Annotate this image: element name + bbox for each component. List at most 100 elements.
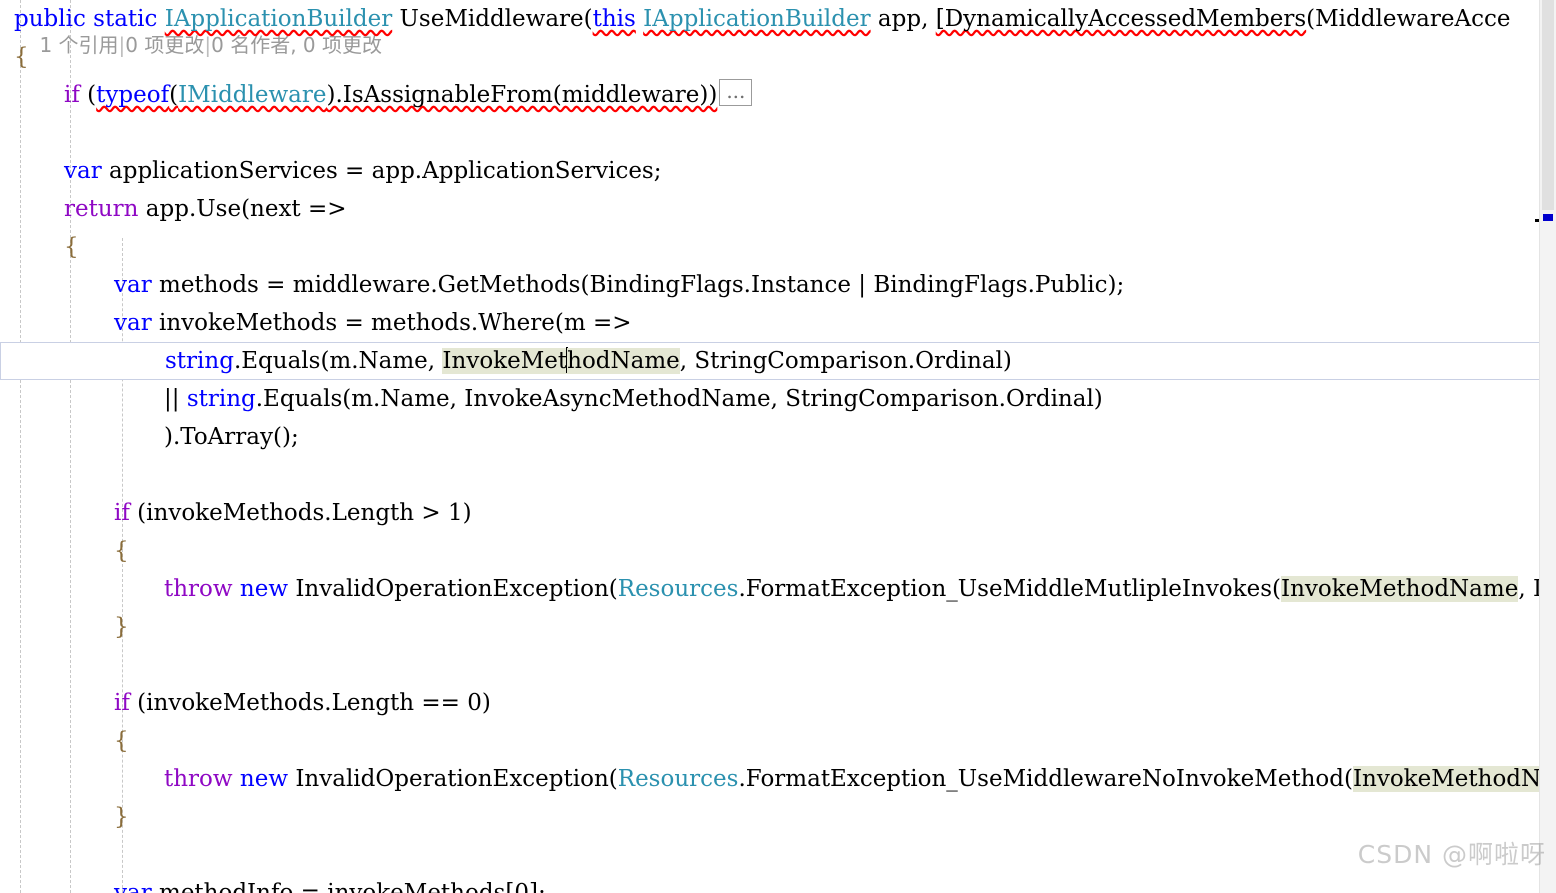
code-token: || <box>164 386 187 412</box>
code-line[interactable]: { <box>0 722 1556 760</box>
code-token: Resources <box>617 576 739 602</box>
code-line[interactable]: var invokeMethods = methods.Where(m => <box>0 304 1556 342</box>
code-token: .Equals(m.Name, InvokeAsyncMethodName, S… <box>255 386 1103 412</box>
code-token: ).ToArray(); <box>164 424 299 450</box>
code-token: IApplicationBuilder <box>643 6 871 32</box>
code-token: .Equals(m.Name, <box>233 348 443 374</box>
code-token: .FormatException_UseMiddleMutlipleInvoke… <box>738 576 1281 602</box>
code-token: var <box>114 272 152 298</box>
code-line[interactable]: var applicationServices = app.Applicatio… <box>0 152 1556 190</box>
code-token: { <box>64 234 79 260</box>
code-line-text: { <box>0 228 79 266</box>
code-token: { <box>14 44 29 70</box>
code-content[interactable]: public static IApplicationBuilder UseMid… <box>0 0 1556 893</box>
code-token: methodInfo = invokeMethods[0]; <box>151 880 546 893</box>
code-token: ( <box>169 82 179 108</box>
vertical-scrollbar-thumb[interactable] <box>1542 0 1554 210</box>
code-token: string <box>186 386 256 412</box>
code-token: IMiddleware <box>178 82 327 108</box>
code-line[interactable] <box>0 836 1556 874</box>
code-line-text: if (invokeMethods.Length > 1) <box>0 494 472 532</box>
code-token: applicationServices = app.ApplicationSer… <box>101 158 662 184</box>
code-token: ).IsAssignableFrom(middleware)) <box>326 82 718 108</box>
code-line[interactable]: string.Equals(m.Name, InvokeMethodName, … <box>0 342 1556 380</box>
code-line-text: } <box>0 798 129 836</box>
code-line-text: string.Equals(m.Name, InvokeMethodName, … <box>1 342 1012 380</box>
code-token: app, <box>870 6 936 32</box>
code-line[interactable]: } <box>0 798 1556 836</box>
code-line[interactable]: public static IApplicationBuilder UseMid… <box>0 0 1556 38</box>
code-line[interactable] <box>0 646 1556 684</box>
code-line[interactable]: if (invokeMethods.Length == 0) <box>0 684 1556 722</box>
code-line-text: return app.Use(next => <box>0 190 347 228</box>
code-token: string <box>165 348 234 374</box>
code-token: .FormatException_UseMiddlewareNoInvokeMe… <box>738 766 1353 792</box>
code-token: ( <box>79 82 97 108</box>
collapsed-region-button[interactable]: ... <box>719 79 753 106</box>
code-line[interactable]: throw new InvalidOperationException(Reso… <box>0 570 1556 608</box>
code-line-text: public static IApplicationBuilder UseMid… <box>0 0 1510 38</box>
code-token: var <box>64 158 102 184</box>
code-line[interactable]: var methods = middleware.GetMethods(Bind… <box>0 266 1556 304</box>
scrollbar-change-marker[interactable] <box>1543 214 1553 221</box>
code-token: Resources <box>617 766 739 792</box>
code-line-text: if (typeof(IMiddleware).IsAssignableFrom… <box>0 76 753 114</box>
code-line-text: throw new InvalidOperationException(Reso… <box>0 570 1556 608</box>
code-line[interactable]: { <box>0 228 1556 266</box>
code-line[interactable]: || string.Equals(m.Name, InvokeAsyncMeth… <box>0 380 1556 418</box>
code-line-text: var invokeMethods = methods.Where(m => <box>0 304 632 342</box>
code-token: new <box>239 576 289 602</box>
code-line[interactable]: if (invokeMethods.Length > 1) <box>0 494 1556 532</box>
code-token: (invokeMethods.Length == 0) <box>129 690 491 716</box>
code-token: InvalidOperationException( <box>288 576 618 602</box>
code-token: { <box>114 538 129 564</box>
vertical-scrollbar-track[interactable] <box>1539 0 1556 893</box>
code-line[interactable] <box>0 114 1556 152</box>
code-line[interactable]: var methodInfo = invokeMethods[0]; <box>0 874 1556 893</box>
code-token: app.Use(next => <box>138 196 347 222</box>
code-token: [DynamicallyAccessedMembers <box>935 6 1307 32</box>
code-token: InvokeMet <box>442 348 568 374</box>
code-line[interactable]: { <box>0 532 1556 570</box>
code-token: typeof <box>96 82 170 108</box>
code-line[interactable]: ).ToArray(); <box>0 418 1556 456</box>
code-line[interactable]: if (typeof(IMiddleware).IsAssignableFrom… <box>0 76 1556 114</box>
code-token: if <box>114 500 130 526</box>
code-token: static <box>93 6 158 32</box>
code-token: UseMiddleware <box>399 6 584 32</box>
code-token: hodName <box>567 348 680 374</box>
code-token: throw <box>164 766 233 792</box>
code-token: this <box>592 6 636 32</box>
code-line[interactable]: return app.Use(next => <box>0 190 1556 228</box>
code-line[interactable] <box>0 456 1556 494</box>
code-token: } <box>114 804 129 830</box>
code-token: public <box>14 6 86 32</box>
code-line-text: } <box>0 608 129 646</box>
code-token: if <box>64 82 80 108</box>
code-token: var <box>114 310 152 336</box>
code-token: methods = middleware.GetMethods(BindingF… <box>151 272 1125 298</box>
code-token: ( <box>583 6 593 32</box>
code-token: } <box>114 614 129 640</box>
code-line[interactable]: { <box>0 38 1556 76</box>
code-token: , StringComparison.Ordinal) <box>679 348 1012 374</box>
code-line[interactable]: } <box>0 608 1556 646</box>
code-token: new <box>239 766 289 792</box>
code-token: (invokeMethods.Length > 1) <box>129 500 472 526</box>
code-line-text: ).ToArray(); <box>0 418 299 456</box>
code-token: (MiddlewareAcce <box>1306 6 1511 32</box>
code-token: { <box>114 728 129 754</box>
code-line-text: { <box>0 38 29 76</box>
code-token: InvalidOperationException( <box>288 766 618 792</box>
code-line-text: var applicationServices = app.Applicatio… <box>0 152 662 190</box>
code-line-text: var methods = middleware.GetMethods(Bind… <box>0 266 1124 304</box>
code-line-text: { <box>0 722 129 760</box>
code-token: InvokeMethodName <box>1352 766 1556 792</box>
code-editor[interactable]: 1 个引用|0 项更改|0 名作者, 0 项更改 public static I… <box>0 0 1556 893</box>
code-line[interactable]: throw new InvalidOperationException(Reso… <box>0 760 1556 798</box>
code-token: return <box>64 196 139 222</box>
